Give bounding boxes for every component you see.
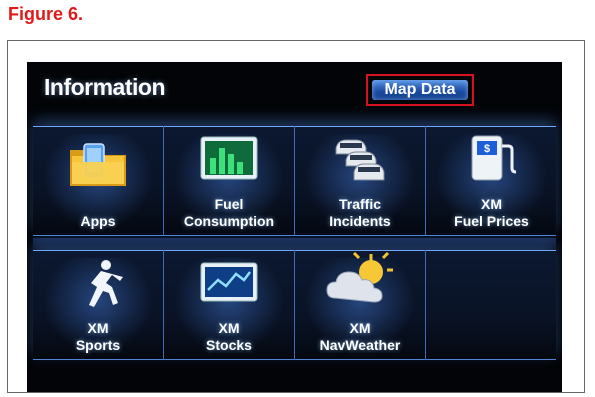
top-tile-row: Apps Fuel Consumption Traffic Incidents … bbox=[33, 126, 557, 252]
weather-sun-cloud-icon bbox=[325, 251, 395, 308]
svg-text:$: $ bbox=[483, 143, 489, 155]
stock-chart-icon bbox=[200, 262, 258, 302]
traffic-cars-icon bbox=[330, 134, 390, 184]
folder-icon bbox=[66, 140, 130, 190]
tile-xm-fuel-prices[interactable]: $ XM Fuel Prices bbox=[426, 126, 557, 236]
tile-apps[interactable]: Apps bbox=[33, 126, 164, 236]
tile-empty bbox=[426, 250, 557, 360]
infotainment-screen: Information Map Data Apps Fuel Consumpti… bbox=[27, 62, 562, 392]
figure-caption: Figure 6. bbox=[8, 4, 84, 24]
tile-fuel-consumption[interactable]: Fuel Consumption bbox=[164, 126, 295, 236]
tile-label: XM NavWeather bbox=[319, 320, 401, 353]
bottom-tile-row: XM Sports XM Stocks XM NavWeather bbox=[33, 250, 556, 360]
map-data-button-highlight[interactable]: Map Data bbox=[366, 74, 474, 106]
fuel-pump-icon: $ bbox=[466, 132, 518, 182]
tile-label: XM Fuel Prices bbox=[454, 196, 529, 229]
runner-icon bbox=[73, 258, 123, 310]
tile-label: XM Stocks bbox=[206, 320, 252, 353]
tile-label: XM Sports bbox=[75, 320, 121, 353]
tile-traffic-incidents[interactable]: Traffic Incidents bbox=[295, 126, 426, 236]
figure-frame: Information Map Data Apps Fuel Consumpti… bbox=[7, 40, 585, 393]
bar-chart-icon bbox=[200, 136, 258, 180]
screen-title: Information bbox=[44, 74, 166, 100]
tile-xm-stocks[interactable]: XM Stocks bbox=[164, 250, 295, 360]
tile-xm-sports[interactable]: XM Sports bbox=[33, 250, 164, 360]
tile-xm-navweather[interactable]: XM NavWeather bbox=[295, 250, 426, 360]
tile-label: Fuel Consumption bbox=[183, 196, 275, 229]
tile-label: Apps bbox=[80, 213, 116, 229]
map-data-button[interactable]: Map Data bbox=[372, 80, 468, 100]
tile-label: Traffic Incidents bbox=[329, 196, 391, 229]
